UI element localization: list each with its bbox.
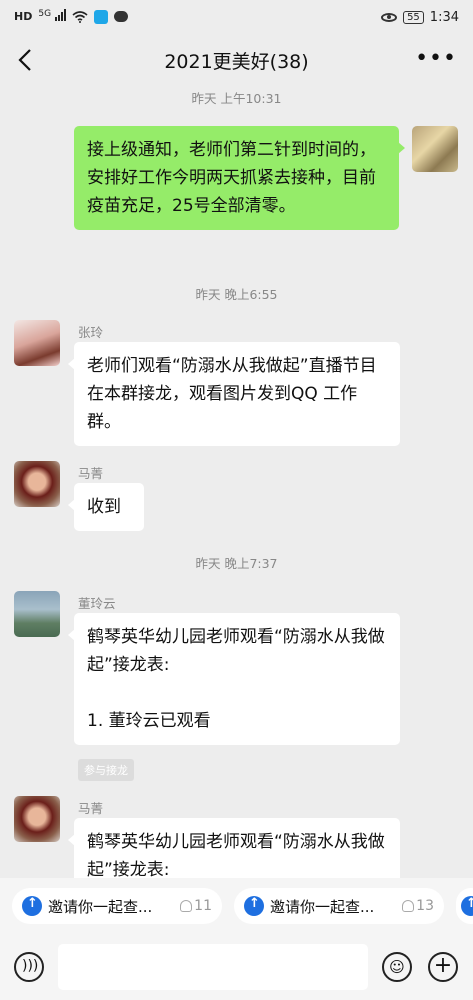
self-avatar[interactable] [412,126,458,172]
upload-arrow-icon [244,896,264,916]
participant-count: 13 [402,898,434,914]
message-bubble[interactable]: 鹤琴英华幼儿园老师观看“防溺水从我做起”接龙表: [68,818,400,878]
participant-count: 11 [180,898,212,914]
invite-chip[interactable]: 邀请你一起查... 11 [12,888,222,924]
message-input[interactable] [58,944,368,990]
timestamp: 昨天 晚上6:55 [195,287,278,302]
upload-arrow-icon [461,896,473,916]
chat-title: 2021更美好(38) [164,50,309,73]
clock: 1:34 [429,9,459,25]
sender-avatar[interactable] [14,461,60,507]
timestamp: 昨天 上午10:31 [191,91,282,106]
input-bar: ))) ☺ + [0,934,473,1000]
sender-avatar[interactable] [14,320,60,366]
chip-label: 邀请你一起查... [270,897,375,916]
eye-icon [381,12,398,22]
sender-name: 张玲 [78,325,104,340]
message-list[interactable]: 昨天 上午10:31 接上级通知，老师们第二针到时间的，安排好工作今明两天抓紧去… [0,86,473,878]
person-icon [402,900,415,912]
sender-avatar[interactable] [14,591,60,637]
status-bar: HD 5G 55 1:34 [0,0,473,34]
chip-label: 邀请你一起查... [48,897,153,916]
invite-chip-partial[interactable] [456,888,473,924]
upload-arrow-icon [22,896,42,916]
voice-input-icon[interactable]: ))) [14,952,44,982]
battery-indicator: 55 [403,10,424,24]
self-message-bubble[interactable]: 接上级通知，老师们第二针到时间的，安排好工作今明两天抓紧去接种，目前疫苗充足，2… [74,126,405,230]
message-bubble[interactable]: 鹤琴英华幼儿园老师观看“防溺水从我做起”接龙表: 1. 董玲云已观看 [68,613,400,745]
app-notification-icon [94,9,109,24]
wifi-icon [72,11,88,23]
message-notification-icon [114,11,129,23]
signal-icon: 5G [38,9,67,25]
timestamp: 昨天 晚上7:37 [195,556,278,571]
plus-icon[interactable]: + [428,952,458,982]
sender-avatar[interactable] [14,796,60,842]
invite-chip[interactable]: 邀请你一起查... 13 [234,888,444,924]
person-icon [180,900,193,912]
more-options-icon[interactable]: ••• [415,48,457,70]
sender-name: 马菁 [78,466,104,481]
sender-name: 马菁 [78,801,104,816]
quick-action-bar: 邀请你一起查... 11 邀请你一起查... 13 [0,878,473,934]
chat-header: 2021更美好(38) ••• [0,34,473,86]
hd-indicator: HD [14,10,33,24]
back-arrow-icon[interactable] [14,46,38,74]
join-chain-tag[interactable]: 参与接龙 [78,759,134,781]
message-bubble[interactable]: 收到 [68,483,144,531]
sender-name: 董玲云 [78,596,116,611]
message-bubble[interactable]: 老师们观看“防溺水从我做起”直播节目在本群接龙，观看图片发到QQ 工作群。 [68,342,400,446]
emoji-icon[interactable]: ☺ [382,952,412,982]
